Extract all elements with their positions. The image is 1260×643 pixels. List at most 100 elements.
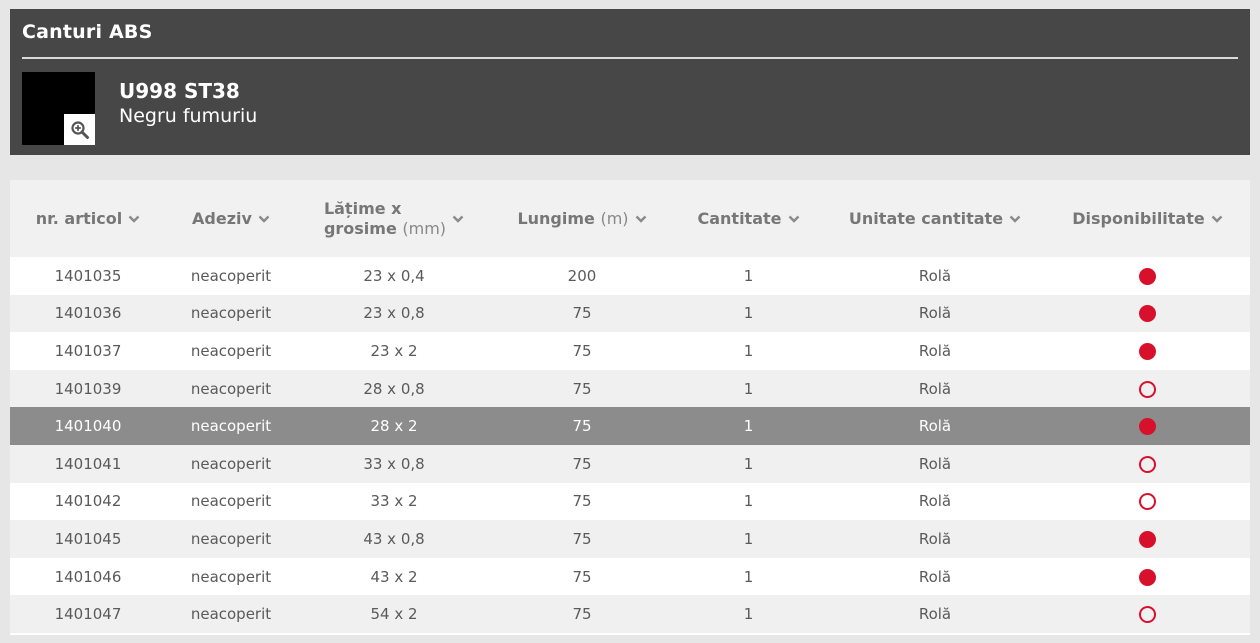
cell-articol: 1401045 [10, 520, 166, 558]
cell-adeziv: neacoperit [166, 294, 296, 333]
table-row[interactable]: 1401036 neacoperit 23 x 0,8 75 1 Rolă [10, 294, 1250, 333]
cell-lungime: 75 [492, 407, 672, 445]
cell-dimensiuni: 23 x 0,8 [296, 294, 492, 333]
cell-cantitate: 1 [672, 369, 825, 408]
chevron-down-icon [1009, 215, 1021, 223]
table-body: 1401035 neacoperit 23 x 0,4 200 1 Rolă 1401036… [10, 257, 1250, 633]
product-code: U998 ST38 [119, 79, 240, 103]
column-header-lungime[interactable]: Lungime (m) [492, 180, 672, 257]
cell-unitate: Rolă [825, 369, 1045, 408]
cell-cantitate: 1 [672, 520, 825, 558]
column-header-latime-grosime[interactable]: Lățime x grosime (mm) [296, 180, 492, 257]
unavailable-dot-icon [1139, 606, 1156, 624]
column-label: Lățime x [323, 198, 402, 218]
available-dot-icon [1139, 418, 1156, 436]
table-row[interactable]: 1401042 neacoperit 33 x 2 75 1 Rolă [10, 482, 1250, 521]
table-row[interactable]: 1401039 neacoperit 28 x 0,8 75 1 Rolă [10, 369, 1250, 408]
cell-lungime: 75 [492, 595, 672, 633]
unavailable-dot-icon [1139, 380, 1156, 398]
cell-cantitate: 1 [672, 444, 825, 483]
section-title: Canturi ABS [22, 21, 153, 43]
cell-disponibilitate [1045, 257, 1250, 295]
zoom-button[interactable] [64, 114, 95, 145]
cell-lungime: 75 [492, 557, 672, 596]
column-label: Unitate cantitate [848, 208, 1004, 228]
chevron-down-icon [635, 215, 646, 223]
cell-dimensiuni: 43 x 0,8 [296, 520, 492, 558]
cell-unitate: Rolă [825, 407, 1045, 445]
cell-lungime: 75 [492, 369, 672, 408]
product-name: Negru fumuriu [119, 105, 258, 127]
cell-dimensiuni: 43 x 2 [296, 557, 492, 596]
available-dot-icon [1139, 267, 1156, 285]
cell-dimensiuni: 54 x 2 [296, 595, 492, 633]
table-row[interactable]: 1401046 neacoperit 43 x 2 75 1 Rolă [10, 557, 1250, 596]
unavailable-dot-icon [1139, 455, 1156, 473]
chevron-down-icon [1211, 215, 1223, 223]
cell-lungime: 75 [492, 482, 672, 521]
column-label: grosime [323, 218, 397, 238]
cell-articol: 1401037 [10, 332, 166, 370]
cell-disponibilitate [1045, 332, 1250, 370]
cell-articol: 1401036 [10, 294, 166, 333]
available-dot-icon [1139, 568, 1156, 586]
column-unit: (mm) [402, 218, 447, 238]
cell-unitate: Rolă [825, 294, 1045, 333]
chevron-down-icon [452, 215, 464, 223]
cell-lungime: 75 [492, 520, 672, 558]
cell-disponibilitate [1045, 444, 1250, 483]
cell-disponibilitate [1045, 369, 1250, 408]
column-header-unitate[interactable]: Unitate cantitate [825, 180, 1045, 257]
table-row[interactable]: 1401045 neacoperit 43 x 0,8 75 1 Rolă [10, 520, 1250, 558]
cell-adeziv: neacoperit [166, 444, 296, 483]
column-header-cantitate[interactable]: Cantitate [672, 180, 825, 257]
header-divider [22, 57, 1238, 59]
cell-adeziv: neacoperit [166, 595, 296, 633]
available-dot-icon [1139, 342, 1156, 360]
cell-articol: 1401035 [10, 257, 166, 295]
available-dot-icon [1139, 305, 1156, 323]
cell-articol: 1401047 [10, 595, 166, 633]
table-row[interactable]: 1401047 neacoperit 54 x 2 75 1 Rolă [10, 595, 1250, 633]
cell-cantitate: 1 [672, 407, 825, 445]
column-label: Cantitate [697, 208, 782, 228]
cell-adeziv: neacoperit [166, 557, 296, 596]
cell-adeziv: neacoperit [166, 257, 296, 295]
cell-dimensiuni: 33 x 0,8 [296, 444, 492, 483]
cell-dimensiuni: 23 x 2 [296, 332, 492, 370]
column-header-adeziv[interactable]: Adeziv [166, 180, 296, 257]
cell-unitate: Rolă [825, 595, 1045, 633]
cell-disponibilitate [1045, 595, 1250, 633]
table-row[interactable]: 1401040 neacoperit 28 x 2 75 1 Rolă [10, 407, 1250, 445]
unavailable-dot-icon [1139, 493, 1156, 511]
table-row[interactable]: 1401035 neacoperit 23 x 0,4 200 1 Rolă [10, 257, 1250, 295]
cell-cantitate: 1 [672, 595, 825, 633]
cell-disponibilitate [1045, 482, 1250, 521]
cell-disponibilitate [1045, 520, 1250, 558]
cell-articol: 1401046 [10, 557, 166, 596]
cell-lungime: 200 [492, 257, 672, 295]
column-header-articol[interactable]: nr. articol [10, 180, 166, 257]
articles-table: nr. articol Adeziv Lățime x grosime (mm)… [10, 180, 1250, 635]
column-header-disponibilitate[interactable]: Disponibilitate [1045, 180, 1250, 257]
zoom-in-icon [70, 120, 89, 139]
cell-lungime: 75 [492, 294, 672, 333]
chevron-down-icon [128, 215, 140, 223]
cell-cantitate: 1 [672, 294, 825, 333]
table-row[interactable]: 1401037 neacoperit 23 x 2 75 1 Rolă [10, 332, 1250, 370]
cell-cantitate: 1 [672, 557, 825, 596]
column-label: Adeziv [192, 208, 252, 228]
cell-unitate: Rolă [825, 557, 1045, 596]
cell-adeziv: neacoperit [166, 332, 296, 370]
table-header-row: nr. articol Adeziv Lățime x grosime (mm)… [10, 180, 1250, 257]
cell-dimensiuni: 28 x 2 [296, 407, 492, 445]
table-row[interactable]: 1401041 neacoperit 33 x 0,8 75 1 Rolă [10, 444, 1250, 483]
available-dot-icon [1139, 530, 1156, 548]
chevron-down-icon [788, 215, 799, 223]
cell-unitate: Rolă [825, 520, 1045, 558]
column-label: nr. articol [35, 208, 123, 228]
cell-unitate: Rolă [825, 482, 1045, 521]
cell-adeziv: neacoperit [166, 407, 296, 445]
cell-articol: 1401041 [10, 444, 166, 483]
column-label: Disponibilitate [1072, 208, 1205, 228]
